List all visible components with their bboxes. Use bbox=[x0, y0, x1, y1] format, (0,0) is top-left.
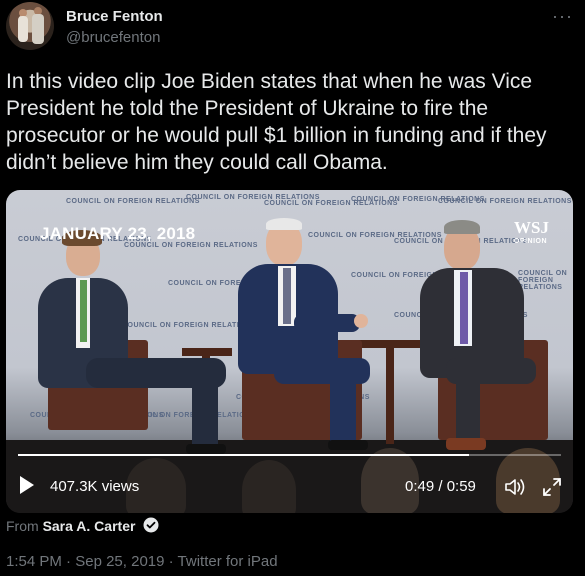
video-time: 0:49 / 0:59 bbox=[405, 478, 476, 495]
tweet-timestamp[interactable]: 1:54 PM bbox=[6, 553, 62, 570]
avatar[interactable] bbox=[6, 2, 54, 50]
meta-separator: · bbox=[61, 553, 76, 570]
speaker-right bbox=[416, 218, 566, 458]
backdrop-logo: COUNCIL ON FOREIGN RELATIONS bbox=[438, 198, 572, 205]
video-player[interactable]: COUNCIL ON FOREIGN RELATIONS COUNCIL ON … bbox=[6, 190, 573, 513]
avatar-figure-2 bbox=[32, 14, 44, 44]
video-date-overlay: JANUARY 23, 2018 bbox=[40, 224, 196, 243]
video-progress-bar[interactable] bbox=[18, 454, 561, 456]
verified-badge-icon bbox=[143, 517, 159, 533]
wsj-watermark: WSJ bbox=[514, 218, 549, 237]
more-icon[interactable]: ··· bbox=[552, 6, 573, 27]
speaker-center bbox=[234, 218, 414, 458]
volume-icon[interactable] bbox=[503, 476, 527, 498]
source-prefix: From bbox=[6, 518, 43, 534]
speaker-left bbox=[16, 218, 246, 458]
source-attribution: From Sara A. Carter bbox=[6, 517, 159, 534]
author-handle[interactable]: @brucefenton bbox=[66, 29, 160, 46]
wsj-opinion-label: OPINION bbox=[514, 238, 548, 245]
fullscreen-icon[interactable] bbox=[541, 476, 563, 498]
author-name[interactable]: Bruce Fenton bbox=[66, 8, 163, 25]
tweet-text: In this video clip Joe Biden states that… bbox=[6, 70, 547, 174]
tweet-meta: 1:54 PM · Sep 25, 2019 · Twitter for iPa… bbox=[6, 553, 278, 570]
tweet-date[interactable]: Sep 25, 2019 bbox=[75, 553, 164, 570]
audience-member bbox=[242, 460, 296, 513]
tweet-client[interactable]: Twitter for iPad bbox=[178, 553, 278, 570]
source-name[interactable]: Sara A. Carter bbox=[43, 518, 136, 534]
view-count: 407.3K views bbox=[50, 478, 140, 495]
play-icon[interactable] bbox=[20, 476, 34, 494]
meta-separator: · bbox=[164, 553, 178, 570]
backdrop-logo: COUNCIL ON FOREIGN RELATIONS bbox=[66, 198, 200, 205]
avatar-figure-1 bbox=[18, 16, 28, 42]
video-progress-fill bbox=[18, 454, 469, 456]
